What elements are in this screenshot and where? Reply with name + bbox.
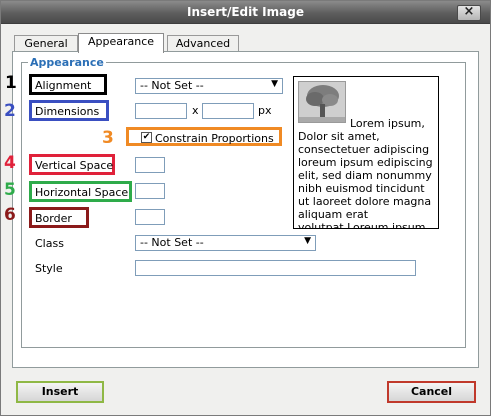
annotation-number-3: 3 bbox=[102, 128, 114, 148]
chevron-down-icon: ▼ bbox=[304, 236, 311, 246]
image-preview: Lorem ipsum, Dolor sit amet, consectetue… bbox=[293, 76, 439, 229]
class-select[interactable]: -- Not Set -- ▼ bbox=[135, 235, 316, 251]
annotation-number-6: 6 bbox=[4, 205, 16, 225]
constrain-checkbox[interactable]: ✔ bbox=[141, 132, 152, 143]
tab-advanced[interactable]: Advanced bbox=[167, 35, 239, 52]
insert-button[interactable]: Insert bbox=[16, 381, 104, 403]
title-bar[interactable]: Insert/Edit Image × bbox=[1, 1, 490, 24]
annotation-number-1: 1 bbox=[5, 73, 17, 93]
horizontal-space-input[interactable] bbox=[135, 183, 165, 199]
width-input[interactable] bbox=[135, 103, 187, 119]
tree-image-icon bbox=[298, 81, 346, 123]
class-value: -- Not Set -- bbox=[140, 236, 204, 249]
constrain-highlight: ✔ Constrain Proportions bbox=[126, 127, 282, 146]
close-button[interactable]: × bbox=[457, 4, 481, 21]
dimensions-separator: x bbox=[192, 104, 199, 117]
chevron-down-icon: ▼ bbox=[271, 79, 278, 89]
dimensions-highlight: Dimensions bbox=[29, 100, 109, 121]
alignment-select[interactable]: -- Not Set -- ▼ bbox=[135, 78, 283, 94]
border-input[interactable] bbox=[135, 209, 165, 225]
horizontal-space-highlight: Horizontal Space bbox=[29, 181, 132, 202]
vertical-space-highlight: Vertical Space bbox=[29, 154, 115, 175]
cancel-button[interactable]: Cancel bbox=[387, 381, 476, 403]
border-label: Border bbox=[35, 212, 72, 225]
class-label: Class bbox=[35, 237, 64, 250]
constrain-label: Constrain Proportions bbox=[155, 132, 274, 145]
height-input[interactable] bbox=[202, 103, 254, 119]
border-highlight: Border bbox=[29, 207, 89, 228]
window-title: Insert/Edit Image bbox=[187, 5, 304, 19]
annotation-number-4: 4 bbox=[4, 153, 16, 173]
dialog-window: Insert/Edit Image × General Appearance A… bbox=[0, 0, 491, 416]
tab-appearance[interactable]: Appearance bbox=[78, 33, 164, 53]
vertical-space-input[interactable] bbox=[135, 157, 165, 173]
horizontal-space-label: Horizontal Space bbox=[35, 186, 129, 199]
style-label: Style bbox=[35, 262, 63, 275]
dimensions-label: Dimensions bbox=[35, 105, 100, 118]
style-input[interactable] bbox=[135, 260, 416, 276]
vertical-space-label: Vertical Space bbox=[35, 159, 114, 172]
alignment-value: -- Not Set -- bbox=[140, 79, 204, 92]
annotation-number-5: 5 bbox=[4, 180, 16, 200]
dimensions-unit: px bbox=[258, 104, 272, 117]
alignment-highlight: Alignment bbox=[29, 74, 107, 95]
alignment-label: Alignment bbox=[35, 79, 92, 92]
fieldset-legend: Appearance bbox=[30, 56, 104, 69]
tab-general[interactable]: General bbox=[14, 35, 78, 52]
close-icon: × bbox=[463, 4, 475, 19]
annotation-number-2: 2 bbox=[4, 101, 16, 121]
preview-text: Lorem ipsum, Dolor sit amet, consectetue… bbox=[298, 117, 433, 229]
